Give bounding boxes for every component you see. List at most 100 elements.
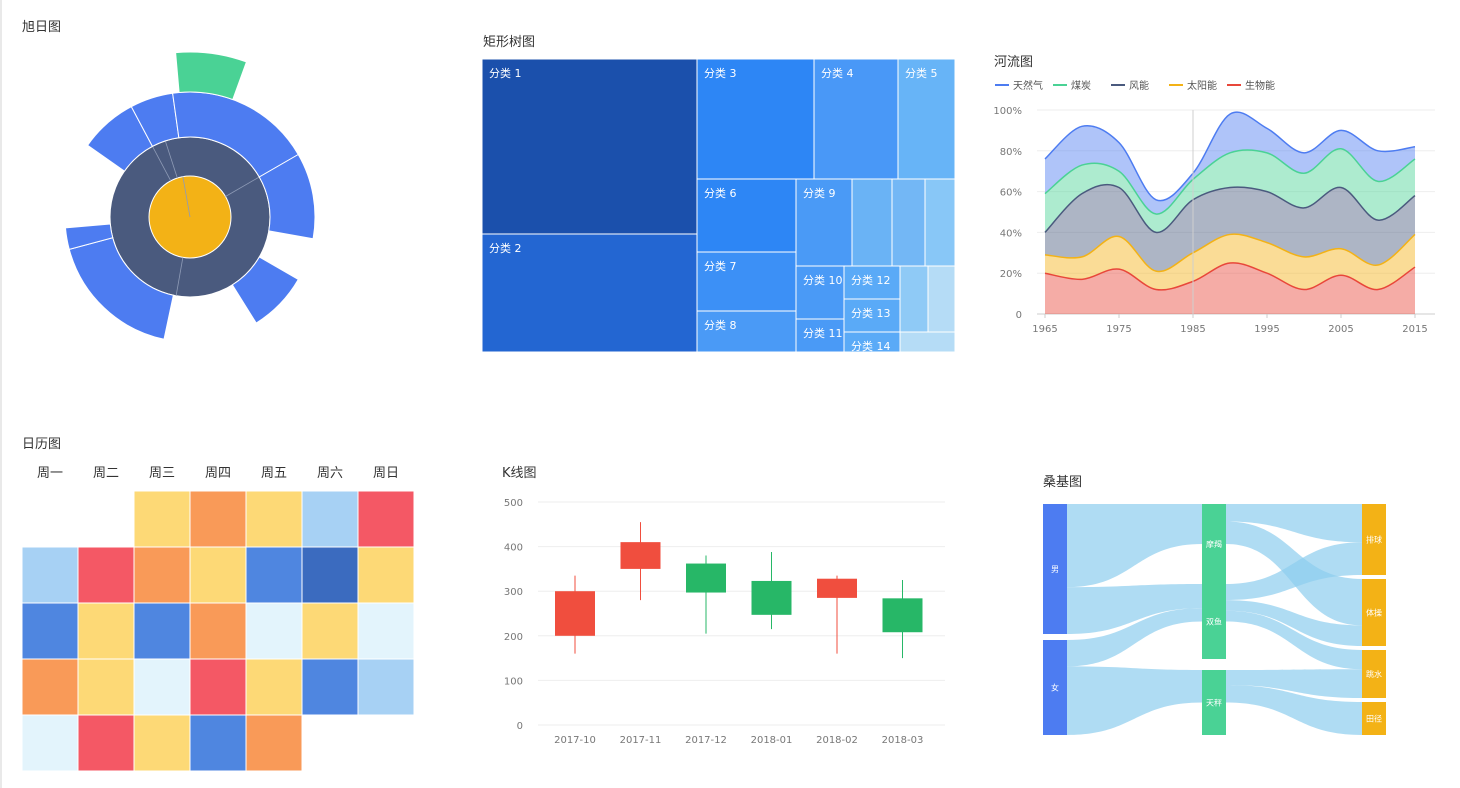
calendar-day-cell — [189, 546, 247, 604]
calendar-day-cell — [133, 602, 191, 660]
treemap-cell-label: 分类 9 — [803, 186, 836, 200]
x-tick-label: 2017-12 — [685, 735, 727, 746]
treemap-sub-cell — [899, 331, 956, 353]
calendar-day-cell — [22, 714, 79, 772]
calendar-day-cell — [357, 491, 415, 548]
sunburst-chart — [64, 51, 316, 340]
candle-body — [555, 591, 595, 636]
calendar-day-cell — [77, 546, 135, 604]
calendar-weekday-label: 周日 — [372, 466, 399, 481]
treemap-sub-cell — [927, 265, 956, 333]
calendar-day-cell — [245, 602, 303, 660]
calendar-day-cell — [245, 491, 303, 548]
treemap-cell-label: 分类 8 — [704, 318, 737, 332]
sankey-node-label: 排球 — [1366, 535, 1382, 545]
sankey-node-label: 田径 — [1366, 714, 1382, 724]
treemap-cell-label: 分类 2 — [489, 241, 522, 255]
y-tick-label: 100% — [993, 106, 1022, 117]
sankey-chart: 男女 摩羯双鱼天秤 排球体操跳水田径 — [1043, 504, 1386, 735]
legend-label: 天然气 — [1013, 79, 1043, 92]
kline-title: K线图 — [502, 466, 537, 481]
calendar-day-cell — [245, 658, 303, 716]
calendar-day-cell — [77, 714, 135, 772]
sankey-link — [1067, 666, 1202, 735]
sankey-title: 桑基图 — [1043, 475, 1083, 490]
calendar-day-cell — [357, 658, 415, 716]
sankey-link — [1067, 504, 1202, 588]
treemap-cell-label: 分类 12 — [851, 273, 891, 287]
x-tick-label: 1965 — [1032, 324, 1057, 335]
legend-label: 太阳能 — [1187, 79, 1217, 92]
candle-body — [620, 542, 661, 569]
legend-label: 生物能 — [1245, 79, 1275, 92]
y-tick-label: 40% — [1000, 228, 1022, 239]
sankey-node-label: 天秤 — [1206, 698, 1222, 708]
x-tick-label: 1975 — [1106, 324, 1131, 335]
calendar-weekday-label: 周五 — [260, 466, 287, 481]
calendar-heatmap — [22, 491, 415, 772]
sunburst-outer-segment — [175, 51, 248, 101]
y-tick-label: 100 — [504, 676, 523, 687]
calendar-day-cell — [301, 658, 359, 716]
treemap-sub-cell — [924, 178, 956, 267]
calendar-day-cell — [189, 714, 247, 772]
treemap-cell — [481, 58, 700, 235]
calendar-day-cell — [77, 658, 135, 716]
treemap-cell-label: 分类 5 — [905, 66, 938, 80]
treemap-cell-label: 分类 11 — [803, 326, 843, 340]
calendar-day-cell — [357, 602, 415, 660]
treemap-cell-label: 分类 10 — [803, 273, 843, 287]
sankey-node-label: 跳水 — [1366, 669, 1382, 679]
calendar-day-cell — [357, 546, 415, 604]
calendar-day-cell — [245, 714, 303, 772]
calendar-weekday-label: 周六 — [316, 466, 343, 481]
treemap-cell-label: 分类 6 — [704, 186, 737, 200]
y-tick-label: 500 — [504, 498, 523, 509]
x-tick-label: 2018-02 — [816, 735, 858, 746]
y-tick-label: 80% — [1000, 147, 1022, 158]
sankey-node-label: 摩羯 — [1206, 539, 1222, 549]
legend-label: 煤炭 — [1071, 79, 1091, 92]
calendar-weekday-label: 周一 — [36, 466, 63, 481]
sankey-node-label: 体操 — [1366, 608, 1382, 618]
legend-label: 风能 — [1129, 79, 1149, 92]
treemap-cell-label: 分类 7 — [704, 259, 737, 273]
kline-chart: 0 100 200 300 400 500 2017-10 2017-11 2017-12 201… — [504, 498, 945, 746]
x-tick-label: 2005 — [1328, 324, 1353, 335]
calendar-day-cell — [133, 714, 191, 772]
y-tick-label: 200 — [504, 632, 523, 643]
treemap-cell-label: 分类 13 — [851, 306, 891, 320]
y-tick-label: 0 — [517, 721, 523, 732]
treemap-sub-cell — [899, 265, 929, 333]
treemap-cell-label: 分类 3 — [704, 66, 737, 80]
sankey-node-label: 双鱼 — [1206, 617, 1222, 627]
treemap-cell-label: 分类 1 — [489, 66, 522, 80]
calendar-day-cell — [133, 658, 191, 716]
calendar-day-cell — [189, 658, 247, 716]
y-tick-label: 20% — [1000, 269, 1022, 280]
calendar-day-cell — [22, 546, 79, 604]
calendar-weekday-label: 周三 — [148, 466, 175, 481]
candle-body — [686, 563, 726, 593]
x-tick-label: 2017-10 — [554, 735, 596, 746]
sankey-node-label: 男 — [1051, 565, 1059, 574]
sankey-node-label: 女 — [1051, 683, 1059, 693]
calendar-day-cell — [245, 546, 303, 604]
treemap-chart: 分类 1 分类 2 分类 3 分类 4 分类 5 分类 6 分类 7 分类 8 分类 9 分类 1… — [481, 58, 956, 353]
candle-body — [751, 580, 792, 615]
treemap-sub-cell — [891, 178, 926, 267]
x-tick-label: 2015 — [1402, 324, 1427, 335]
calendar-day-cell — [189, 602, 247, 660]
calendar-day-cell — [301, 602, 359, 660]
x-tick-label: 1985 — [1180, 324, 1205, 335]
theme-river-chart: 天然气 煤炭 风能 太阳能 生物能 0 20% 40% 60% 80% 100% 1965 1975 19… — [993, 79, 1435, 335]
x-tick-label: 2018-01 — [751, 735, 793, 746]
calendar-weekday-label: 周二 — [92, 466, 119, 481]
x-tick-label: 2017-11 — [620, 735, 662, 746]
sunburst-title: 旭日图 — [22, 20, 62, 35]
treemap-cell-label: 分类 4 — [821, 66, 854, 80]
treemap-cell-label: 分类 14 — [851, 339, 891, 353]
calendar-day-cell — [22, 602, 79, 660]
page-left-border — [0, 0, 2, 788]
y-tick-label: 0 — [1016, 310, 1022, 321]
